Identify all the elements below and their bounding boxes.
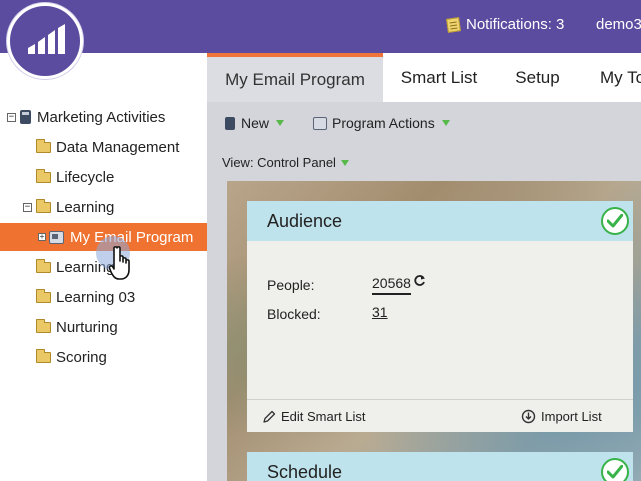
collapse-icon[interactable]: − — [23, 202, 32, 212]
tree-item-label: Marketing Activities — [37, 108, 166, 126]
new-menu-button[interactable]: New — [225, 115, 285, 131]
audience-title: Audience — [267, 210, 343, 231]
people-label: People: — [267, 277, 315, 293]
audience-card: Audience People: 20568 Blocked: 31 Edit … — [247, 201, 633, 432]
tree-item-label: Scoring — [56, 348, 107, 366]
folder-icon — [36, 348, 51, 363]
blocked-count-link[interactable]: 31 — [372, 304, 388, 320]
tree-item-label: Learning 03 — [56, 288, 136, 306]
tree-item-label: Nurturing — [56, 318, 118, 336]
edit-smart-list-label: Edit Smart List — [281, 409, 366, 424]
view-label: View: Control Panel — [222, 155, 336, 170]
hand-cursor-icon — [108, 246, 130, 280]
email-program-icon — [49, 230, 64, 244]
main-panel: New Program Actions View: Control Panel … — [207, 102, 641, 481]
collapse-icon[interactable]: − — [7, 112, 16, 122]
top-header: Notifications: 3 demo3 — [0, 0, 641, 53]
view-selector[interactable]: View: Control Panel — [222, 155, 349, 170]
tab-my-email-program[interactable]: My Email Program — [207, 53, 383, 102]
tree-item-data-management[interactable]: Data Management — [0, 133, 207, 161]
schedule-card: Schedule — [247, 452, 633, 481]
tree-item-marketing-activities[interactable]: − Marketing Activities — [0, 103, 207, 131]
import-list-button[interactable]: Import List — [521, 409, 602, 424]
dropdown-arrow-icon — [276, 120, 285, 126]
tree-item-learning-03[interactable]: Learning 03 — [0, 283, 207, 311]
import-icon — [521, 409, 536, 424]
tree-item-label: Lifecycle — [56, 168, 115, 186]
expand-icon[interactable]: + — [38, 233, 46, 241]
toolbar: New Program Actions — [207, 102, 641, 142]
notifications-icon — [446, 16, 461, 33]
check-icon — [601, 458, 629, 481]
marketo-logo[interactable] — [7, 3, 83, 79]
people-count-link[interactable]: 20568 — [372, 275, 411, 295]
schedule-card-header: Schedule — [247, 452, 633, 481]
tree-item-lifecycle[interactable]: Lifecycle — [0, 163, 207, 191]
notifications-link[interactable]: Notifications: 3 — [446, 16, 565, 33]
folder-icon — [36, 198, 51, 213]
tree-item-nurturing[interactable]: Nurturing — [0, 313, 207, 341]
program-actions-icon — [313, 116, 327, 130]
tree-item-label: Learning — [56, 198, 115, 216]
blocked-label: Blocked: — [267, 306, 321, 322]
new-label: New — [241, 115, 270, 131]
folder-icon — [36, 138, 51, 153]
schedule-title: Schedule — [267, 461, 343, 481]
notifications-label: Notifications: 3 — [466, 16, 565, 33]
tab-smart-list[interactable]: Smart List — [383, 53, 495, 102]
audience-card-header: Audience — [247, 201, 633, 241]
refresh-icon[interactable] — [413, 274, 426, 290]
folder-icon — [36, 258, 51, 273]
folder-icon — [36, 288, 51, 303]
logo-bars-icon — [28, 24, 65, 54]
program-actions-button[interactable]: Program Actions — [313, 115, 450, 131]
import-list-label: Import List — [541, 409, 602, 424]
pencil-icon — [263, 410, 276, 423]
tree-item-learning[interactable]: − Learning — [0, 193, 207, 221]
check-icon — [601, 207, 629, 235]
tree-item-scoring[interactable]: Scoring — [0, 343, 207, 371]
tree-item-label: Data Management — [56, 138, 180, 156]
tab-setup[interactable]: Setup — [495, 53, 580, 102]
folder-icon — [36, 318, 51, 333]
user-menu[interactable]: demo3 — [596, 16, 641, 33]
folder-icon — [36, 168, 51, 183]
program-tabs: My Email Program Smart List Setup My To — [207, 53, 641, 102]
audience-card-footer: Edit Smart List Import List — [247, 399, 633, 432]
tab-my-tokens[interactable]: My To — [580, 53, 641, 102]
dropdown-arrow-icon — [441, 120, 450, 126]
tree-item-label: My Email Program — [70, 228, 194, 246]
new-icon — [225, 116, 235, 130]
marketing-activities-icon — [20, 110, 31, 124]
edit-smart-list-button[interactable]: Edit Smart List — [262, 409, 366, 424]
program-actions-label: Program Actions — [332, 115, 435, 131]
dropdown-arrow-icon — [340, 159, 349, 166]
